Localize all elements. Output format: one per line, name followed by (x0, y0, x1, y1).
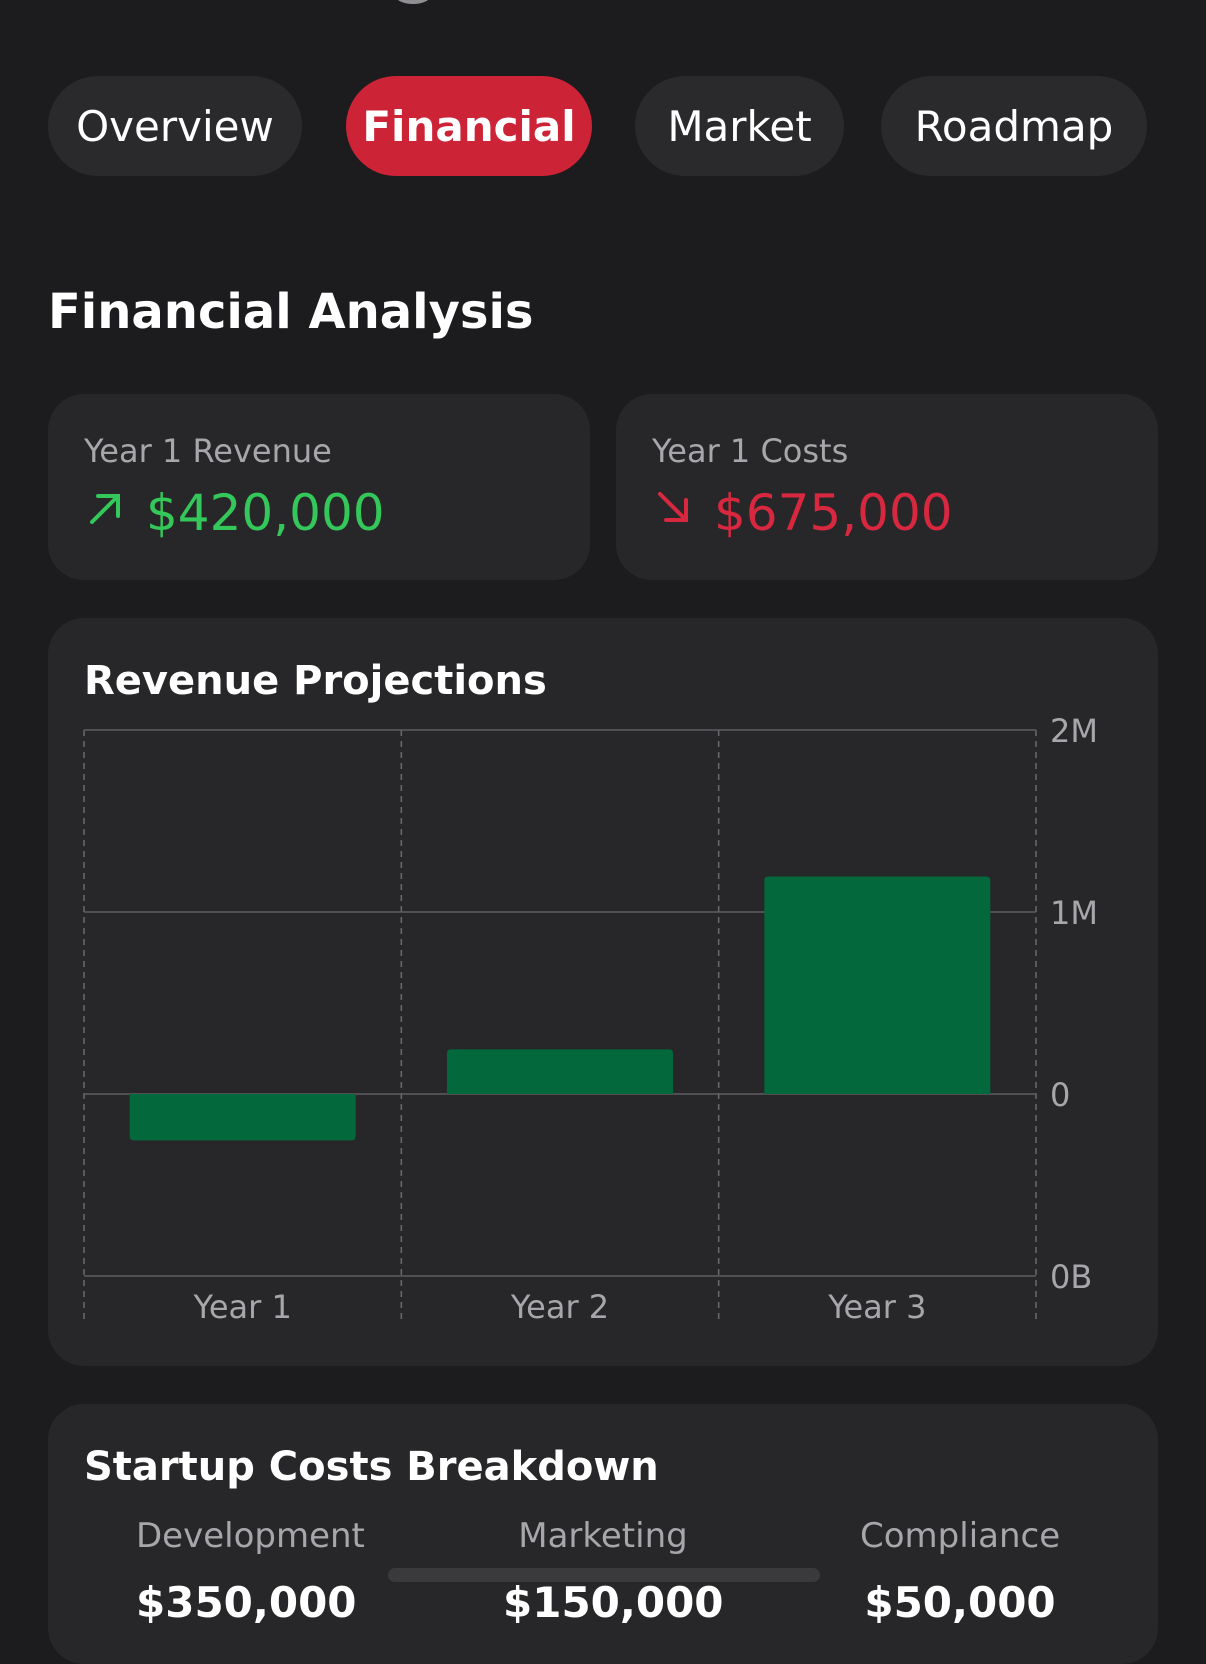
tab-market[interactable]: Market (635, 76, 844, 176)
y-tick-label: 2M (1050, 712, 1098, 750)
x-tick-label: Year 1 (193, 1288, 292, 1326)
cost-item-development: Development $350,000 (136, 1516, 365, 1627)
y-tick-label: 0 (1050, 1076, 1070, 1114)
x-tick-label: Year 3 (827, 1288, 926, 1326)
cost-value: $350,000 (136, 1578, 357, 1627)
costs-card: Year 1 Costs $675,000 (616, 394, 1158, 580)
arrow-up-right-icon (84, 484, 128, 542)
tab-overview[interactable]: Overview (48, 76, 302, 176)
tab-bar: Overview Financial Market Roadmap (48, 76, 1148, 176)
x-tick-label: Year 2 (510, 1288, 609, 1326)
cost-label: Development (136, 1516, 365, 1556)
costs-title: Startup Costs Breakdown (84, 1444, 659, 1490)
revenue-chart-card: Revenue Projections 0B 0 1M 2M Year 1 Year 2Y… (48, 618, 1158, 1366)
costs-label: Year 1 Costs (652, 432, 849, 470)
revenue-value: $420,000 (146, 484, 385, 542)
startup-costs-card: Startup Costs Breakdown Development $350… (48, 1404, 1158, 1664)
tab-roadmap[interactable]: Roadmap (881, 76, 1147, 176)
cost-item-marketing: Marketing $150,000 (503, 1516, 724, 1627)
y-tick-label: 1M (1050, 894, 1098, 932)
revenue-label: Year 1 Revenue (84, 432, 332, 470)
cost-label: Compliance (860, 1516, 1061, 1556)
arrow-down-right-icon (652, 484, 696, 542)
revenue-value-row: $420,000 (84, 484, 385, 542)
costs-value-row: $675,000 (652, 484, 953, 542)
bar (129, 1094, 356, 1141)
cost-label: Marketing (518, 1516, 688, 1556)
costs-value: $675,000 (714, 484, 953, 542)
section-title: Financial Analysis (48, 284, 534, 340)
tab-financial[interactable]: Financial (346, 76, 592, 176)
revenue-chart: 0B 0 1M 2M Year 1 Year 2 Year 3 (83, 712, 1098, 1326)
cost-value: $50,000 (864, 1578, 1056, 1627)
y-tick-label: 0B (1050, 1258, 1092, 1296)
bar (764, 876, 991, 1094)
cost-value: $150,000 (503, 1578, 724, 1627)
cost-item-compliance: Compliance $50,000 (860, 1516, 1060, 1627)
bar (447, 1049, 673, 1094)
revenue-card: Year 1 Revenue $420,000 (48, 394, 590, 580)
scrolled-header-fragment (395, 0, 431, 4)
